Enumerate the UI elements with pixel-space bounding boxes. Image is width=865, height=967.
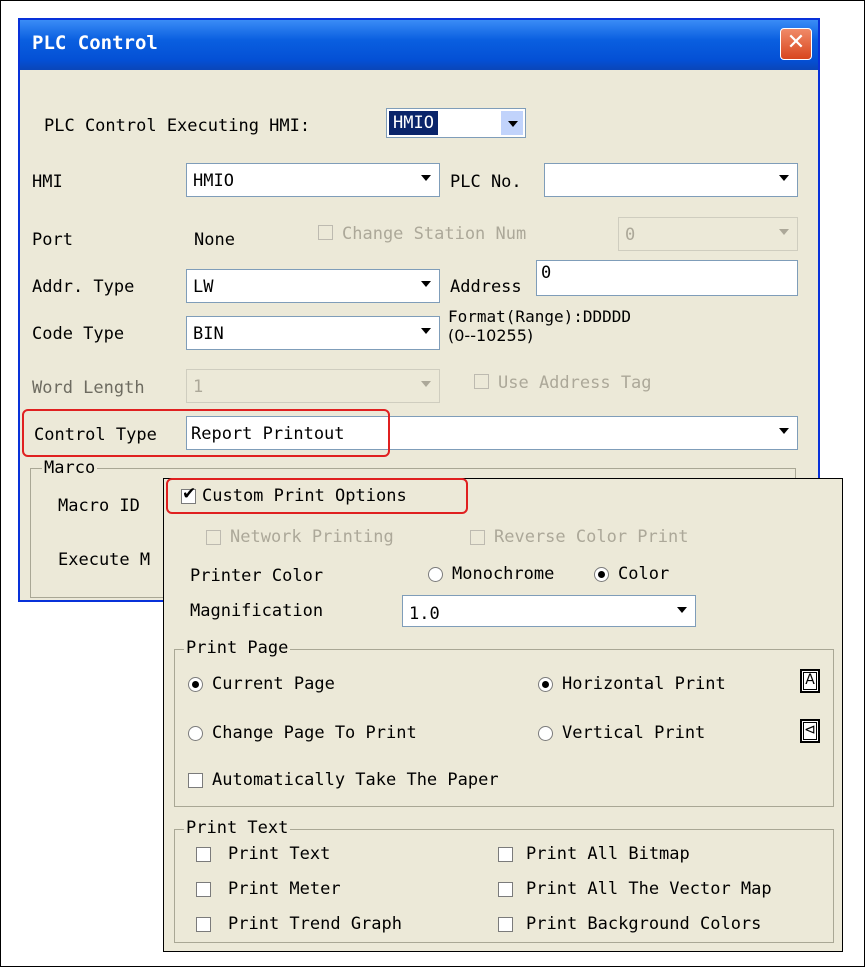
print-text-label: Print Text [228, 844, 331, 864]
executing-hmi-select[interactable]: HMIO [386, 108, 526, 138]
code-type-select[interactable]: BIN [186, 316, 440, 350]
horizontal-print-radio[interactable] [538, 677, 553, 692]
print-meter-checkbox[interactable] [196, 882, 211, 897]
print-text-checkbox[interactable] [196, 847, 211, 862]
code-type-value: BIN [193, 324, 224, 344]
use-address-tag-checkbox[interactable] [474, 374, 489, 389]
addr-type-select[interactable]: LW [186, 269, 440, 303]
radio-dot [542, 681, 549, 688]
change-page-label: Change Page To Print [212, 723, 417, 743]
print-trend-checkbox[interactable] [196, 917, 211, 932]
print-bitmap-checkbox[interactable] [498, 847, 513, 862]
hmi-select[interactable]: HMIO [186, 163, 440, 197]
print-bitmap-label: Print All Bitmap [526, 844, 690, 864]
chevron-down-icon [421, 281, 431, 287]
print-background-checkbox[interactable] [498, 917, 513, 932]
format-range-text: Format(Range):DDDDD [448, 307, 632, 326]
current-page-radio[interactable] [188, 677, 203, 692]
vertical-page-icon: ⊲ [800, 719, 820, 743]
macro-id-label: Macro ID [58, 496, 140, 516]
magnification-value: 1.0 [409, 604, 440, 624]
radio-dot [598, 571, 605, 578]
port-label: Port [32, 230, 73, 250]
dialog-title: PLC Control [32, 32, 158, 54]
network-printing-checkbox[interactable] [206, 530, 221, 545]
chevron-down-icon [677, 607, 687, 613]
word-length-select[interactable]: 1 [186, 369, 440, 403]
print-trend-label: Print Trend Graph [228, 914, 402, 934]
executing-hmi-dropdown[interactable] [500, 110, 524, 136]
monochrome-radio[interactable] [428, 567, 443, 582]
format-range-limits: (0--10255) [448, 326, 534, 345]
address-value: 0 [541, 263, 552, 283]
horizontal-page-glyph: A [805, 672, 815, 688]
port-value: None [194, 230, 235, 250]
close-icon: ✕ [786, 30, 806, 55]
network-printing-label: Network Printing [230, 527, 394, 547]
vertical-print-label: Vertical Print [562, 723, 706, 743]
title-bar: PLC Control ✕ [20, 20, 818, 70]
word-length-value: 1 [193, 377, 204, 397]
print-background-label: Print Background Colors [526, 914, 762, 934]
code-type-label: Code Type [32, 324, 125, 344]
plc-no-label: PLC No. [450, 172, 522, 192]
marco-group-label: Marco [42, 458, 98, 478]
monochrome-label: Monochrome [452, 564, 555, 584]
chevron-down-icon [421, 175, 431, 181]
color-label: Color [618, 564, 670, 584]
address-label: Address [450, 277, 522, 297]
horizontal-page-icon: A [800, 669, 820, 693]
station-num-select[interactable]: 0 [618, 217, 798, 251]
magnification-label: Magnification [190, 601, 324, 621]
custom-print-options-highlight [166, 478, 468, 514]
chevron-down-icon [421, 328, 431, 334]
hmi-value: HMIO [193, 171, 234, 191]
chevron-down-icon [779, 428, 789, 434]
word-length-label: Word Length [32, 378, 145, 398]
chevron-down-icon [421, 381, 431, 387]
chevron-down-icon [779, 175, 789, 181]
reverse-color-checkbox[interactable] [470, 530, 485, 545]
hmi-label: HMI [32, 172, 63, 192]
executing-hmi-label: PLC Control Executing HMI: [44, 116, 311, 136]
vertical-print-radio[interactable] [538, 726, 553, 741]
use-address-tag-label: Use Address Tag [498, 373, 652, 393]
print-options-panel: ✔ Custom Print Options Network Printing … [163, 478, 843, 952]
execute-label: Execute M [58, 550, 151, 570]
horizontal-print-label: Horizontal Print [562, 674, 726, 694]
addr-type-label: Addr. Type [32, 277, 135, 297]
chevron-down-icon [508, 121, 518, 127]
vertical-page-glyph: ⊲ [804, 722, 816, 738]
change-station-checkbox[interactable] [318, 225, 333, 240]
chevron-down-icon [779, 229, 789, 235]
addr-type-value: LW [193, 277, 214, 297]
reverse-color-label: Reverse Color Print [494, 527, 689, 547]
plc-no-select[interactable] [544, 163, 798, 197]
print-meter-label: Print Meter [228, 879, 341, 899]
print-vector-checkbox[interactable] [498, 882, 513, 897]
auto-paper-checkbox[interactable] [188, 773, 203, 788]
color-radio[interactable] [594, 567, 609, 582]
print-page-group-label: Print Page [184, 638, 291, 658]
print-vector-label: Print All The Vector Map [526, 879, 772, 899]
control-type-highlight [22, 409, 390, 457]
current-page-label: Current Page [212, 674, 335, 694]
print-text-group-label: Print Text [184, 818, 291, 838]
executing-hmi-value: HMIO [388, 110, 439, 136]
magnification-select[interactable]: 1.0 [402, 595, 696, 627]
station-num-value: 0 [625, 225, 636, 245]
radio-dot [192, 681, 199, 688]
address-input[interactable]: 0 [536, 260, 798, 296]
printer-color-label: Printer Color [190, 566, 324, 586]
auto-paper-label: Automatically Take The Paper [212, 770, 499, 790]
change-page-radio[interactable] [188, 726, 203, 741]
change-station-label: Change Station Num [342, 224, 527, 244]
close-button[interactable]: ✕ [780, 28, 812, 60]
